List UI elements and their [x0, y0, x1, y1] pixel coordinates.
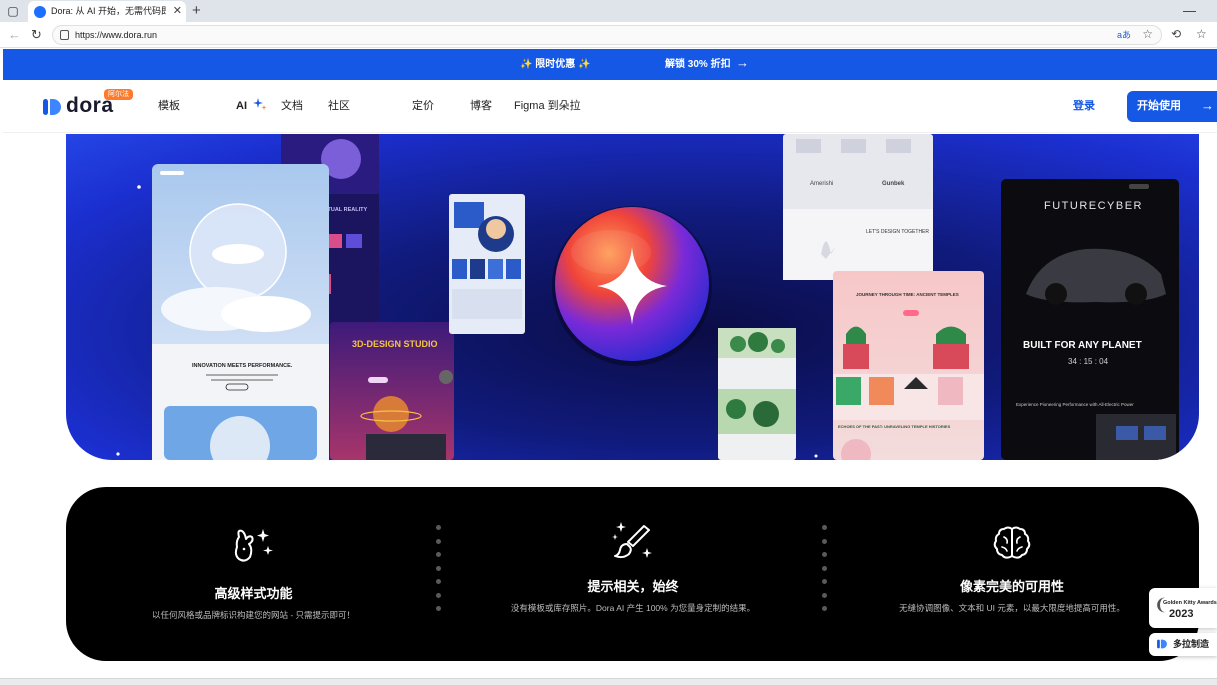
- countdown-timer: 34 : 15 : 04: [1068, 357, 1109, 366]
- futurecyber-heading: BUILT FOR ANY PLANET: [1023, 340, 1142, 351]
- rabbit-sparkle-icon: [234, 529, 273, 562]
- studio-card: 3D-DESIGN STUDIO: [330, 322, 454, 460]
- paintbrush-sparkle-icon: [612, 522, 652, 559]
- studio-card-title: 3D-DESIGN STUDIO: [352, 339, 438, 349]
- feature-title: 高级样式功能: [214, 586, 293, 601]
- futurecyber-note: Experience Pioneering Performance with A…: [1016, 402, 1134, 407]
- nav-docs[interactable]: 文档: [281, 99, 303, 114]
- divider-dots: [436, 525, 442, 625]
- brain-icon: [993, 526, 1031, 559]
- features-panel: 高级样式功能 以任何风格或品牌标识构建您的网站 - 只需提示即可！ 提示相关，始…: [66, 487, 1199, 661]
- alpha-badge: 阿尔法: [104, 89, 133, 100]
- arrow-right-icon: →: [1201, 98, 1214, 113]
- sparkle-icon: [253, 98, 267, 110]
- extensions-icon[interactable]: ⟲: [1171, 27, 1181, 42]
- ai-orb: [552, 206, 712, 366]
- hero-collage: STEP INTO VIRTUAL REALITY INNOVATION MEE…: [66, 134, 1199, 460]
- brand-gunbek: Gunbek: [882, 181, 905, 187]
- star-icon[interactable]: ☆: [1142, 27, 1153, 42]
- lock-icon[interactable]: [60, 30, 69, 40]
- temple-card-footer: ECHOES OF THE PAST: UNRAVELING TEMPLE HI…: [838, 424, 951, 429]
- dora-logo-icon[interactable]: [41, 96, 63, 118]
- nav-blog[interactable]: 博客: [470, 99, 492, 114]
- login-link[interactable]: 登录: [1073, 99, 1095, 114]
- shoe-card: INNOVATION MEETS PERFORMANCE.: [152, 164, 329, 460]
- minimize-icon[interactable]: —: [1183, 2, 1196, 19]
- temple-card-heading: JOURNEY THROUGH TIME: ANCIENT TEMPLES: [856, 292, 959, 297]
- feature-item: 高级样式功能 以任何风格或品牌标识构建您的网站 - 只需提示即可！: [66, 487, 441, 661]
- garden-card: [718, 328, 796, 460]
- nav-community[interactable]: 社区: [328, 99, 350, 114]
- design-card-heading: LET'S DESIGN TOGETHER: [866, 229, 929, 235]
- nav-figma[interactable]: Figma 到朵拉: [514, 99, 581, 114]
- temple-card: JOURNEY THROUGH TIME: ANCIENT TEMPLES EC…: [833, 271, 984, 460]
- futurecyber-card: FUTURECYBER BUILT FOR ANY PLANET 34 : 15…: [1001, 179, 1179, 460]
- dora-favicon-icon: [34, 6, 46, 18]
- browser-tab[interactable]: Dora: 从 AI 开始，无需代码即可 ✕: [28, 1, 186, 22]
- taskbar-edge: [0, 678, 1217, 685]
- new-tab-icon[interactable]: +: [192, 2, 201, 19]
- feature-desc: 以任何风格或品牌标识构建您的网站 - 只需提示即可！: [151, 610, 356, 620]
- made-with-dora-badge[interactable]: 多拉制造: [1149, 633, 1217, 656]
- read-aloud-icon[interactable]: aあ: [1117, 28, 1131, 42]
- divider-dots: [822, 525, 828, 625]
- shoe-card-heading: INNOVATION MEETS PERFORMANCE.: [192, 363, 293, 369]
- promo-banner[interactable]: ✨ 限时优惠 ✨ 解锁 30% 折扣 →: [3, 49, 1217, 80]
- brands-card: Amerishi Gunbek LET'S DESIGN TOGETHER: [783, 134, 933, 280]
- brand-amerishi: Amerishi: [810, 181, 833, 187]
- futurecyber-title: FUTURECYBER: [1044, 200, 1143, 212]
- url-text: https://www.dora.run: [75, 30, 158, 40]
- feature-item: 像素完美的可用性 无缝协调图像、文本和 UI 元素，以最大限度地提高可用性。: [830, 487, 1194, 661]
- hero-illustration: STEP INTO VIRTUAL REALITY INNOVATION MEE…: [116, 134, 1179, 460]
- feature-desc: 无缝协调图像、文本和 UI 元素，以最大限度地提高可用性。: [899, 603, 1125, 613]
- feature-item: 提示相关，始终 没有模板或库存照片。Dora AI 产生 100% 为您量身定制…: [444, 487, 822, 661]
- promo-discount: 解锁 30% 折扣: [665, 59, 731, 70]
- nav-templates[interactable]: 模板: [158, 99, 180, 114]
- site-header: dora 阿尔法 模板 AI 文档 社区 定价 博客 Figma 到朵拉 登录 …: [3, 80, 1217, 133]
- feature-desc: 没有模板或库存照片。Dora AI 产生 100% 为您量身定制的结果。: [510, 603, 756, 613]
- close-icon[interactable]: ✕: [173, 4, 182, 18]
- made-with-label: 多拉制造: [1173, 639, 1210, 649]
- tab-title: Dora: 从 AI 开始，无需代码即可: [51, 6, 166, 16]
- back-arrow-icon[interactable]: ←: [8, 27, 21, 42]
- dora-logo-icon: [1157, 639, 1167, 649]
- award-name: Golden Kitty Awards: [1163, 600, 1217, 606]
- golden-kitty-award-badge[interactable]: ❨ Golden Kitty Awards 2023: [1149, 588, 1217, 628]
- nav-pricing[interactable]: 定价: [412, 99, 434, 114]
- illustration-card: [449, 194, 525, 334]
- feature-title: 像素完美的可用性: [959, 579, 1064, 594]
- window-menu-icon[interactable]: ▢: [6, 4, 20, 18]
- feature-title: 提示相关，始终: [587, 579, 679, 594]
- favorites-icon[interactable]: ☆: [1196, 27, 1207, 42]
- promo-label: ✨ 限时优惠 ✨: [520, 59, 591, 70]
- nav-ai[interactable]: AI: [236, 99, 247, 114]
- url-input[interactable]: https://www.dora.run aあ ☆: [52, 25, 1162, 45]
- start-button[interactable]: 开始使用 →: [1127, 91, 1217, 122]
- reload-icon[interactable]: ↻: [31, 26, 42, 43]
- start-button-label: 开始使用: [1137, 100, 1181, 112]
- address-bar: ← ↻ https://www.dora.run aあ ☆ ⟲ ☆: [0, 22, 1217, 48]
- arrow-right-icon: →: [736, 55, 749, 70]
- award-year: 2023: [1169, 608, 1194, 620]
- browser-tab-bar: ▢ Dora: 从 AI 开始，无需代码即可 ✕ + —: [0, 0, 1217, 22]
